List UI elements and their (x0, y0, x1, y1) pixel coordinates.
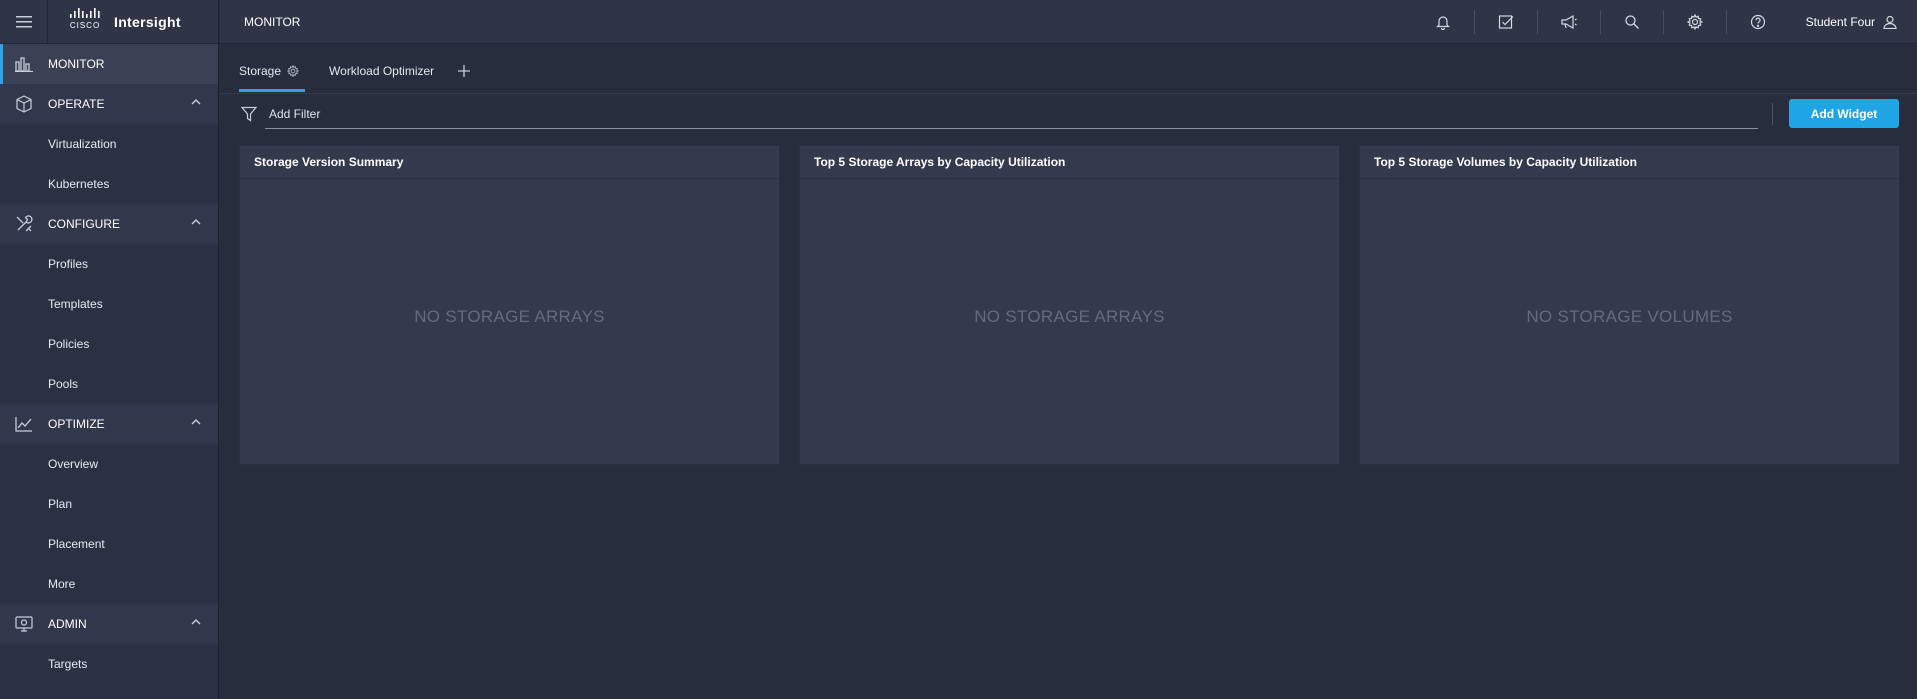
tasks-check-icon (1499, 15, 1514, 29)
filter-divider (1772, 103, 1773, 125)
filter-icon (239, 104, 259, 124)
widget-storage-version-summary: Storage Version Summary NO STORAGE ARRAY… (239, 145, 780, 465)
filter-input[interactable] (265, 99, 1758, 129)
sidebar-group-label: CONFIGURE (48, 217, 120, 231)
widget-empty-message: NO STORAGE ARRAYS (414, 306, 605, 326)
widget-title: Top 5 Storage Volumes by Capacity Utiliz… (1360, 146, 1899, 179)
sidebar-item-plan[interactable]: Plan (0, 484, 218, 524)
sidebar-group-optimize[interactable]: OPTIMIZE (0, 404, 218, 444)
tab-settings-gear-icon[interactable] (287, 65, 300, 77)
top-bar: MONITOR Student Four (220, 0, 1917, 44)
sidebar-item-templates[interactable]: Templates (0, 284, 218, 324)
sidebar-item-label: MONITOR (48, 57, 105, 71)
notifications-button[interactable] (1412, 0, 1475, 44)
sidebar-item-virtualization[interactable]: Virtualization (0, 124, 218, 164)
help-button[interactable] (1727, 0, 1790, 44)
chevron-up-icon (191, 219, 201, 225)
user-menu[interactable]: Student Four (1790, 0, 1917, 44)
sidebar-group-label: OPERATE (48, 97, 105, 111)
operate-cube-icon (0, 84, 48, 124)
top-bar-actions: Student Four (1412, 0, 1917, 44)
sidebar-group-label: OPTIMIZE (48, 417, 105, 431)
chevron-up-icon (191, 619, 201, 625)
sidebar-item-overview[interactable]: Overview (0, 444, 218, 484)
user-icon (1883, 15, 1897, 29)
cisco-logo-text: CISCO (69, 20, 101, 30)
sidebar: CISCO Intersight MONITOR OPERATE Virtual… (0, 0, 219, 699)
sidebar-group-configure[interactable]: CONFIGURE (0, 204, 218, 244)
tab-divider (220, 93, 1917, 94)
widget-top-storage-volumes: Top 5 Storage Volumes by Capacity Utiliz… (1359, 145, 1900, 465)
dashboard-tabs: Storage Workload Optimizer (239, 50, 471, 92)
sidebar-item-profiles[interactable]: Profiles (0, 244, 218, 284)
sidebar-item-policies[interactable]: Policies (0, 324, 218, 364)
help-icon (1751, 14, 1766, 30)
sidebar-item-placement[interactable]: Placement (0, 524, 218, 564)
tab-storage[interactable]: Storage (239, 50, 306, 92)
widget-top-storage-arrays: Top 5 Storage Arrays by Capacity Utiliza… (799, 145, 1340, 465)
megaphone-icon (1561, 14, 1577, 30)
page-title: MONITOR (244, 14, 301, 29)
settings-button[interactable] (1664, 0, 1727, 44)
tab-label: Workload Optimizer (329, 64, 435, 78)
cisco-logo: CISCO (68, 7, 102, 36)
widget-title: Top 5 Storage Arrays by Capacity Utiliza… (800, 146, 1339, 179)
sidebar-item-kubernetes[interactable]: Kubernetes (0, 164, 218, 204)
sidebar-item-monitor[interactable]: MONITOR (0, 44, 218, 84)
requests-button[interactable] (1475, 0, 1538, 44)
sidebar-item-targets[interactable]: Targets (0, 644, 218, 684)
bell-icon (1436, 16, 1451, 30)
widget-title: Storage Version Summary (240, 146, 779, 179)
admin-monitor-icon (0, 604, 48, 644)
add-tab-button[interactable] (458, 50, 471, 92)
user-name: Student Four (1805, 15, 1875, 29)
sidebar-group-admin[interactable]: ADMIN (0, 604, 218, 644)
hamburger-icon (15, 15, 32, 27)
widget-empty-message: NO STORAGE VOLUMES (1526, 306, 1733, 326)
optimize-trend-icon (0, 404, 48, 444)
gear-icon (1687, 14, 1704, 30)
sidebar-item-pools[interactable]: Pools (0, 364, 218, 404)
menu-toggle-button[interactable] (0, 0, 48, 44)
chevron-up-icon (191, 99, 201, 105)
filter-bar: Add Widget (239, 98, 1899, 130)
tab-workload-optimizer[interactable]: Workload Optimizer (329, 50, 434, 92)
sidebar-item-more[interactable]: More (0, 564, 218, 604)
brand-bar: CISCO Intersight (0, 0, 218, 44)
monitor-chart-icon (0, 44, 48, 84)
announcements-button[interactable] (1538, 0, 1601, 44)
sidebar-group-label: ADMIN (48, 617, 87, 631)
search-button[interactable] (1601, 0, 1664, 44)
add-widget-button[interactable]: Add Widget (1789, 99, 1899, 128)
tab-label: Storage (239, 64, 282, 78)
search-icon (1625, 15, 1640, 29)
widget-empty-message: NO STORAGE ARRAYS (974, 306, 1165, 326)
app-title: Intersight (114, 13, 181, 30)
sidebar-group-operate[interactable]: OPERATE (0, 84, 218, 124)
plus-icon (458, 65, 471, 77)
configure-tools-icon (0, 204, 48, 244)
chevron-up-icon (191, 419, 201, 425)
